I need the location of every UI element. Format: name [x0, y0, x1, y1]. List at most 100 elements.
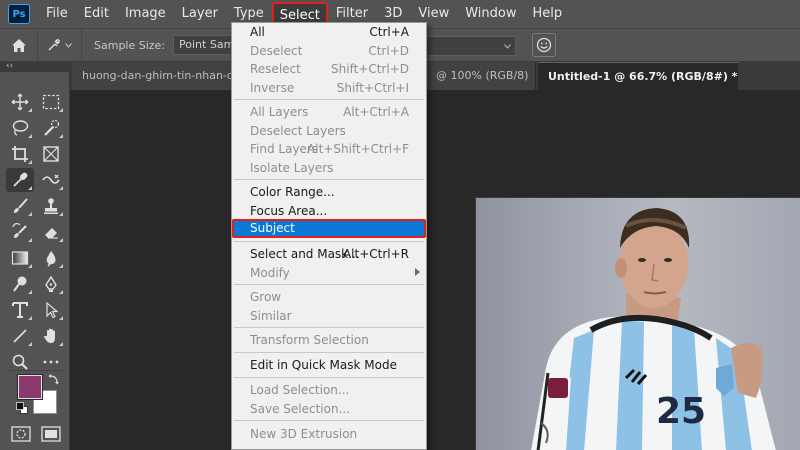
default-colors-icon[interactable]	[16, 402, 28, 414]
menu-item-label: New 3D Extrusion	[250, 427, 358, 441]
dodge-icon	[13, 276, 27, 292]
menu-item-deselect-layers[interactable]: Deselect Layers	[232, 122, 426, 140]
brush-icon	[14, 198, 28, 213]
history-brush-tool[interactable]	[6, 220, 34, 244]
foreground-color-swatch[interactable]	[17, 374, 43, 400]
crop-tool[interactable]	[6, 142, 34, 166]
menu-item-reselect[interactable]: Reselect Shift+Ctrl+D	[232, 60, 426, 78]
menu-item-save-selection[interactable]: Save Selection...	[232, 400, 426, 418]
menu-help[interactable]: Help	[525, 2, 571, 26]
document-canvas-image[interactable]: 25	[475, 197, 800, 450]
menu-item-select-and-mask[interactable]: Select and Mask... Alt+Ctrl+R	[232, 245, 426, 263]
lasso-icon	[12, 120, 29, 136]
history-brush-icon	[12, 223, 27, 238]
menu-separator	[234, 241, 424, 242]
menu-separator	[234, 377, 424, 378]
menu-item-quick-mask-mode[interactable]: Edit in Quick Mask Mode	[232, 356, 426, 374]
path-select-tool[interactable]	[37, 298, 65, 322]
menu-item-all-layers[interactable]: All Layers Alt+Ctrl+A	[232, 103, 426, 121]
dodge-tool[interactable]	[6, 272, 34, 296]
hand-tool[interactable]	[37, 324, 65, 348]
menu-item-shortcut: Alt+Ctrl+A	[343, 105, 409, 119]
frame-tool[interactable]	[37, 142, 65, 166]
gradient-icon	[11, 251, 29, 265]
menu-item-modify[interactable]: Modify	[232, 264, 426, 282]
chevron-down-icon	[65, 42, 72, 48]
sample-layers-select[interactable]	[426, 36, 516, 56]
select-menu-dropdown: All Ctrl+A Deselect Ctrl+D Reselect Shift+C…	[231, 22, 427, 450]
menu-item-shortcut: Alt+Shift+Ctrl+F	[307, 142, 409, 156]
menu-item-label: Isolate Layers	[250, 160, 334, 175]
menu-item-shortcut: Ctrl+D	[368, 43, 409, 58]
blur-icon	[46, 251, 56, 267]
menu-item-new-3d-extrusion[interactable]: New 3D Extrusion	[232, 425, 426, 443]
chevron-down-icon	[504, 43, 511, 49]
swap-colors-icon[interactable]	[48, 373, 60, 385]
home-button[interactable]	[0, 28, 38, 62]
brush-tool[interactable]	[6, 194, 34, 218]
menu-item-label: Color Range...	[250, 185, 335, 199]
move-tool[interactable]	[6, 90, 34, 114]
menu-item-label: Edit in Quick Mask Mode	[250, 358, 397, 372]
path-select-icon	[46, 301, 59, 319]
menu-file[interactable]: File	[38, 2, 76, 26]
tab-title: Untitled-1 @ 66.7% (RGB/8#) *	[548, 70, 738, 83]
marquee-icon	[42, 94, 60, 110]
menu-item-subject[interactable]: Subject	[232, 219, 426, 238]
menu-item-similar[interactable]: Similar	[232, 307, 426, 325]
menu-item-shortcut: Alt+Ctrl+R	[342, 247, 409, 261]
menu-item-isolate-layers[interactable]: Isolate Layers	[232, 159, 426, 177]
menu-edit[interactable]: Edit	[76, 2, 117, 26]
menu-item-inverse[interactable]: Inverse Shift+Ctrl+I	[232, 79, 426, 97]
menu-item-label: All Layers	[250, 105, 309, 119]
menu-layer[interactable]: Layer	[174, 2, 226, 26]
smiley-icon	[536, 37, 552, 53]
menu-item-transform-selection[interactable]: Transform Selection	[232, 331, 426, 349]
lasso-tool[interactable]	[6, 116, 34, 140]
move-icon	[11, 93, 29, 111]
quick-mask-icon[interactable]	[11, 426, 31, 442]
eyedropper-icon	[13, 172, 28, 187]
screen-mode-icon[interactable]	[41, 426, 61, 442]
menu-item-deselect[interactable]: Deselect Ctrl+D	[232, 42, 426, 60]
player-photo: 25	[531, 208, 776, 450]
menu-item-label: Modify	[250, 265, 290, 280]
tool-preset-picker[interactable]	[38, 28, 82, 62]
eraser-tool[interactable]	[37, 220, 65, 244]
menu-image[interactable]: Image	[117, 2, 174, 26]
tab-document-1[interactable]: huong-dan-ghim-tin-nhan-q	[72, 62, 232, 90]
healing-tool[interactable]	[37, 168, 65, 192]
menu-item-label: Inverse	[250, 80, 295, 95]
menu-item-focus-area[interactable]: Focus Area...	[232, 202, 426, 220]
photoshop-logo: Ps	[8, 4, 30, 24]
panel-collapse-toggle[interactable]: ‹‹	[0, 62, 70, 72]
menu-item-label: Focus Area...	[250, 203, 328, 218]
stamp-tool[interactable]	[37, 194, 65, 218]
blur-tool[interactable]	[37, 246, 65, 270]
zoom-icon	[12, 354, 28, 370]
hand-icon	[44, 328, 55, 343]
show-sampling-ring-button[interactable]	[532, 33, 556, 57]
line-tool[interactable]	[6, 324, 34, 348]
menu-item-find-layers[interactable]: Find Layers Alt+Shift+Ctrl+F	[232, 140, 426, 158]
sample-size-select[interactable]: Point Sample	[173, 35, 234, 55]
quick-select-tool[interactable]	[37, 116, 65, 140]
menu-item-color-range[interactable]: Color Range...	[232, 183, 426, 201]
pen-tool[interactable]	[37, 272, 65, 296]
type-icon	[12, 302, 28, 318]
menu-item-load-selection[interactable]: Load Selection...	[232, 381, 426, 399]
gradient-tool[interactable]	[6, 246, 34, 270]
menu-item-all[interactable]: All Ctrl+A	[232, 23, 426, 41]
menu-item-label: Deselect	[250, 43, 303, 58]
tab-document-active[interactable]: Untitled-1 @ 66.7% (RGB/8#) *×	[538, 62, 738, 90]
svg-text:25: 25	[656, 391, 706, 432]
type-tool[interactable]	[6, 298, 34, 322]
menu-separator	[234, 327, 424, 328]
frame-icon	[43, 146, 59, 162]
eyedropper-tool[interactable]	[6, 168, 34, 192]
menu-item-grow[interactable]: Grow	[232, 288, 426, 306]
menu-window[interactable]: Window	[457, 2, 524, 26]
tab-document-2[interactable]: @ 100% (RGB/8)	[426, 62, 536, 90]
menu-item-label: Subject	[250, 221, 295, 235]
marquee-tool[interactable]	[37, 90, 65, 114]
